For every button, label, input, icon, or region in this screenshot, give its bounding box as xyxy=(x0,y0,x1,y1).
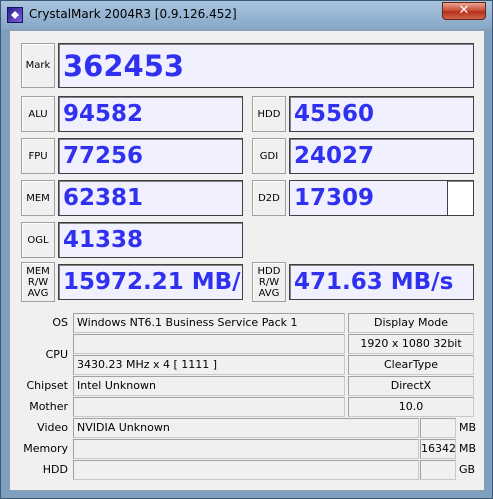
alu-value: 94582 xyxy=(58,96,243,132)
hdd-size-unit: GB xyxy=(459,463,476,476)
memory-value xyxy=(73,439,419,459)
memory-label: Memory xyxy=(23,442,68,455)
directx-value: 10.0 xyxy=(348,397,474,417)
mother-value xyxy=(73,397,345,417)
os-label: OS xyxy=(52,316,68,329)
title-bar[interactable]: CrystalMark 2004R3 [0.9.126.452] ✕ xyxy=(1,1,492,29)
display-mode-value: 1920 x 1080 32bit xyxy=(348,334,474,354)
d2d-value-text: 17309 xyxy=(294,185,375,211)
mark-label[interactable]: Mark xyxy=(21,43,55,88)
d2d-value: 17309 xyxy=(289,180,474,216)
hdd-rw-avg-label[interactable]: HDD R/W AVG xyxy=(252,262,286,302)
video-memory-size xyxy=(420,418,456,438)
memory-unit: MB xyxy=(459,442,477,455)
close-icon: ✕ xyxy=(458,3,470,18)
ogl-label[interactable]: OGL xyxy=(21,222,55,258)
mem-value: 62381 xyxy=(58,180,243,216)
ogl-value: 41338 xyxy=(58,222,243,258)
memory-size: 16342 xyxy=(420,439,456,459)
os-value: Windows NT6.1 Business Service Pack 1 xyxy=(73,313,345,333)
cpu-value-line2: 3430.23 MHz x 4 [ 1111 ] xyxy=(73,355,345,375)
d2d-label[interactable]: D2D xyxy=(252,180,286,216)
mem-label[interactable]: MEM xyxy=(21,180,55,216)
hdd-info-label: HDD xyxy=(42,463,68,476)
chipset-value: Intel Unknown xyxy=(73,376,345,396)
video-memory-unit: MB xyxy=(459,421,477,434)
client-area: Mark 362453 ALU 94582 HDD 45560 FPU 7725… xyxy=(9,30,485,491)
app-window: CrystalMark 2004R3 [0.9.126.452] ✕ Mark … xyxy=(0,0,493,499)
fpu-label[interactable]: FPU xyxy=(21,138,55,174)
alu-label[interactable]: ALU xyxy=(21,96,55,132)
directx-label: DirectX xyxy=(348,376,474,396)
mem-rw-avg-label[interactable]: MEM R/W AVG xyxy=(21,262,55,302)
mem-rw-avg-value: 15972.21 MB/s xyxy=(58,264,243,300)
gdi-value: 24027 xyxy=(289,138,474,174)
cpu-label: CPU xyxy=(45,348,68,361)
crystalmark-app-icon[interactable] xyxy=(7,7,23,23)
hdd-label[interactable]: HDD xyxy=(252,96,286,132)
close-button[interactable]: ✕ xyxy=(442,2,486,20)
window-title: CrystalMark 2004R3 [0.9.126.452] xyxy=(29,7,237,21)
hdd-value: 45560 xyxy=(289,96,474,132)
cpu-value-line1 xyxy=(73,334,345,354)
fpu-value: 77256 xyxy=(58,138,243,174)
chipset-label: Chipset xyxy=(26,379,68,392)
video-value: NVIDIA Unknown xyxy=(73,418,419,438)
video-label: Video xyxy=(37,421,68,434)
hdd-rw-avg-value: 471.63 MB/s xyxy=(289,264,474,300)
display-mode-label: Display Mode xyxy=(348,313,474,333)
cleartype-status: ClearType xyxy=(348,355,474,375)
hdd-info-value xyxy=(73,460,419,480)
gdi-label[interactable]: GDI xyxy=(252,138,286,174)
mother-label: Mother xyxy=(29,400,68,413)
mark-value: 362453 xyxy=(58,43,474,88)
hdd-size xyxy=(420,460,456,480)
